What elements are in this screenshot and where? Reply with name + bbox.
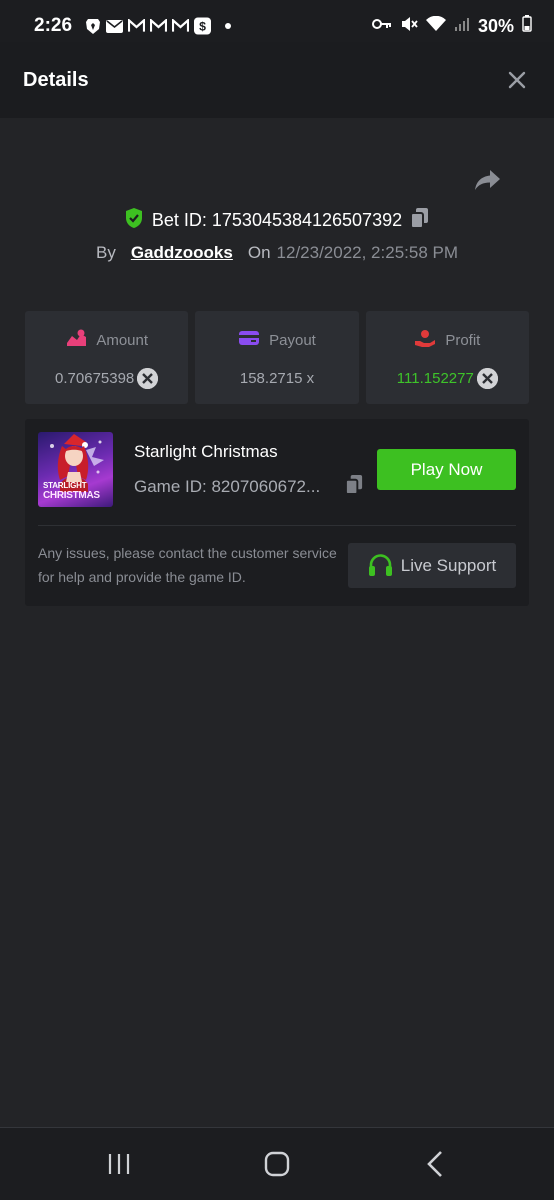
currency-coin-icon (137, 367, 159, 389)
live-support-button[interactable]: Live Support (348, 543, 516, 588)
thumb-title-line-2: CHRISTMAS (43, 490, 100, 501)
gmail-icon (150, 18, 168, 35)
game-name: Starlight Christmas (134, 442, 278, 461)
details-header: Details (0, 42, 554, 118)
recent-apps-button[interactable] (89, 1134, 149, 1194)
headset-icon (368, 554, 392, 576)
cash-app-icon: $ (194, 17, 212, 35)
stat-label: Amount (96, 331, 149, 349)
play-now-button[interactable]: Play Now (377, 449, 516, 490)
gmail-icon (172, 18, 190, 35)
back-icon (427, 1151, 442, 1177)
home-icon (264, 1151, 290, 1177)
username-link[interactable]: Gaddzoooks (131, 243, 233, 263)
amount-icon (65, 329, 87, 351)
stat-label: Payout (269, 331, 316, 349)
copy-icon (410, 207, 429, 229)
page-title: Details (23, 68, 89, 91)
status-time: 2:26 (34, 15, 73, 36)
support-message: Any issues, please contact the customer … (38, 545, 337, 585)
recent-apps-icon (108, 1154, 130, 1174)
close-icon (508, 71, 526, 89)
profit-icon (414, 329, 436, 351)
bet-stats: Amount 0.70675398 Payout 158.2715 x Prof… (25, 311, 529, 404)
back-button[interactable] (405, 1134, 465, 1194)
signal-icon (454, 16, 470, 37)
live-support-label: Live Support (400, 555, 497, 575)
bet-id-row: Bet ID: 1753045384126507392 (0, 206, 554, 234)
home-button[interactable] (247, 1134, 307, 1194)
stat-value: 111.152277 (396, 369, 474, 387)
copy-bet-id-button[interactable] (410, 207, 430, 234)
stat-value: 158.2715 x (239, 369, 315, 387)
close-button[interactable] (502, 65, 532, 95)
battery-icon (522, 15, 532, 37)
gmail-icon (128, 18, 146, 35)
game-card: STARLIGHT CHRISTMAS Starlight Christmas … (25, 419, 529, 606)
copy-icon (345, 475, 363, 495)
share-icon (475, 170, 500, 190)
notification-icons: $ (84, 17, 212, 35)
stat-card-payout: Payout 158.2715 x (195, 311, 359, 404)
on-label: On (247, 243, 271, 262)
wifi-icon (425, 15, 446, 37)
key-icon (371, 17, 392, 35)
by-label: By (95, 243, 116, 262)
thumb-title-line-1: STARLIGHT (43, 481, 87, 490)
stat-card-amount: Amount 0.70675398 (25, 311, 189, 404)
bet-meta-row: By Gaddzoooks On 12/23/2022, 2:25:58 PM (0, 240, 554, 266)
game-id: Game ID: 8207060672... (134, 477, 321, 496)
currency-coin-icon (476, 367, 498, 389)
bet-id: Bet ID: 1753045384126507392 (151, 209, 403, 230)
bet-date: 12/23/2022, 2:25:58 PM (276, 243, 459, 262)
stat-label: Profit (445, 331, 481, 349)
share-button[interactable] (474, 168, 504, 198)
more-notifications-dot (225, 23, 232, 29)
stat-card-profit: Profit 111.152277 (365, 311, 529, 404)
mute-icon (400, 15, 418, 38)
battery-percent: 30% (477, 15, 514, 36)
stat-value: 0.70675398 (55, 369, 135, 387)
copy-game-id-button[interactable] (345, 474, 364, 500)
payout-icon (238, 329, 260, 351)
mail-icon (106, 18, 124, 35)
divider (38, 525, 516, 526)
svg-text:$: $ (199, 20, 206, 34)
game-thumbnail[interactable]: STARLIGHT CHRISTMAS (38, 432, 113, 507)
system-navigation-bar (0, 1127, 554, 1200)
verified-shield-icon (124, 207, 144, 234)
brave-icon (84, 18, 101, 35)
